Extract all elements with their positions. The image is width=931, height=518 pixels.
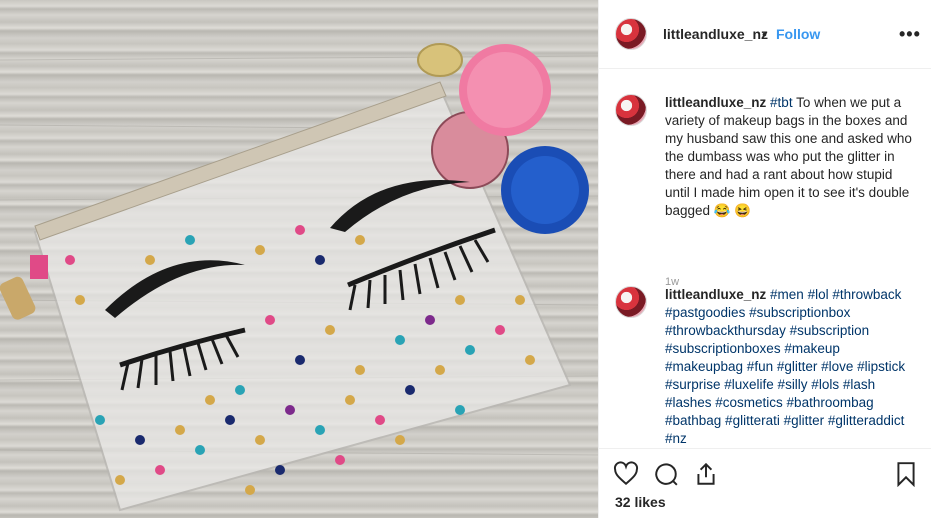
comments-list[interactable]: littleandluxe_nz #tbt To when we put a v… [599,70,931,448]
caption-body: To when we put a variety of makeup bags … [665,95,912,218]
makeup-bag-illustration [0,43,598,512]
separator-dot: • [762,26,767,42]
comment-text: littleandluxe_nz #men #lol #throwback #p… [665,286,913,448]
post-header: littleandluxe_nz • Follow ••• [599,0,931,69]
avatar[interactable] [615,18,647,50]
caption-username[interactable]: littleandluxe_nz [665,95,766,110]
post-image[interactable] [0,0,598,518]
header-username[interactable]: littleandluxe_nz [663,26,768,42]
follow-button[interactable]: Follow [776,26,820,42]
comment-username[interactable]: littleandluxe_nz [665,287,766,302]
share-icon[interactable] [693,461,719,487]
comment-icon[interactable] [653,461,679,487]
heart-icon[interactable] [613,461,639,487]
hashtag-link[interactable]: #tbt [770,95,793,110]
post-sidebar: littleandluxe_nz • Follow ••• littleandl… [598,0,931,518]
bookmark-icon[interactable] [893,461,919,487]
likes-count[interactable]: 32 likes [615,494,666,510]
avatar[interactable] [615,94,647,126]
caption-text: littleandluxe_nz #tbt To when we put a v… [665,94,913,220]
avatar[interactable] [615,286,647,318]
hashtag-links[interactable]: #men #lol #throwback #pastgoodies #subsc… [665,287,905,446]
more-options-icon[interactable]: ••• [899,24,921,45]
actions-bar: 32 likes [599,448,931,518]
